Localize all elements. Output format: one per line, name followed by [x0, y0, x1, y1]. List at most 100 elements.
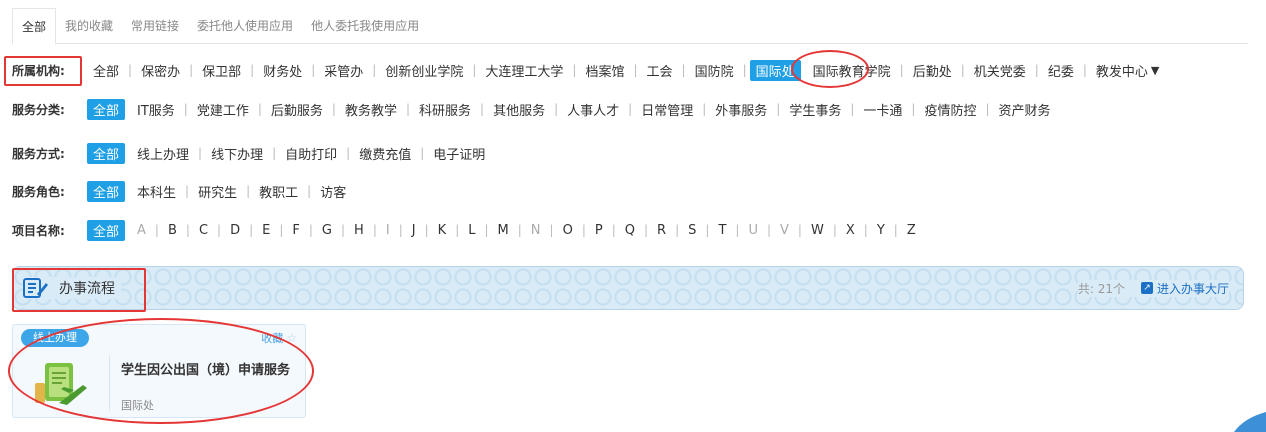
- filter-label-role: 服务角色:: [12, 184, 65, 199]
- corner-decoration: [1234, 412, 1266, 432]
- filter-row-name: 项目名称: 全部 A | B | C | D | E | F | G | H | I | J | K | L | M | N | O | P |…: [0, 216, 1266, 244]
- filter-name-item[interactable]: W: [802, 223, 833, 238]
- filter-name-item[interactable]: J: [403, 223, 425, 238]
- filter-name-item[interactable]: E: [253, 223, 279, 238]
- favorite-button[interactable]: 收藏 ☆: [261, 330, 297, 346]
- filter-name-item[interactable]: B: [159, 223, 186, 238]
- filter-org-item[interactable]: 机关党委: [965, 61, 1035, 80]
- filter-name-item[interactable]: C: [190, 223, 217, 238]
- filter-org-item[interactable]: 采管办: [315, 61, 372, 80]
- star-icon: ☆: [286, 331, 297, 345]
- filter-role-item[interactable]: 全部: [87, 180, 126, 202]
- filter-category-item[interactable]: 资产财务: [990, 100, 1060, 119]
- filter-items-org: 全部 | 保密办 | 保卫部 | 财务处 | 采管办 | 创新创业学院 | 大连理工大学 | 档案馆 | 工会 |…: [84, 59, 1266, 81]
- filter-name-item[interactable]: A: [128, 223, 155, 238]
- filter-org-item[interactable]: 后勤处: [904, 61, 961, 80]
- service-type-badge: 线上办理: [21, 329, 89, 347]
- filter-name-item[interactable]: D: [221, 223, 249, 238]
- filter-name-item[interactable]: T: [709, 223, 735, 238]
- filter-org-item[interactable]: 保密办: [132, 61, 189, 80]
- banner-title: 办事流程: [59, 281, 115, 297]
- filter-name-item[interactable]: V: [771, 223, 798, 238]
- enter-hall-label: 进入办事大厅: [1156, 281, 1229, 296]
- enter-hall-link[interactable]: ↗ 进入办事大厅: [1140, 280, 1229, 297]
- filter-org-item[interactable]: 教发中心: [1087, 61, 1157, 80]
- filter-name-item[interactable]: Y: [868, 223, 894, 238]
- filter-name-item[interactable]: R: [648, 223, 675, 238]
- filter-category-item[interactable]: 人事人才: [558, 100, 628, 119]
- filter-role-item[interactable]: 研究生: [189, 182, 246, 201]
- filter-method-item[interactable]: 线下办理: [202, 144, 272, 163]
- filter-name-item[interactable]: S: [679, 223, 705, 238]
- process-banner: 办事流程 共: 21个 ↗ 进入办事大厅: [12, 266, 1244, 310]
- filter-items-method: 全部 线上办理 | 线下办理 | 自助打印 | 缴费充值 | 电子证明: [84, 142, 1266, 164]
- filter-org-item[interactable]: 全部: [84, 61, 128, 80]
- filter-role-item[interactable]: 本科生: [128, 182, 185, 201]
- filter-name-item[interactable]: Z: [898, 223, 925, 238]
- filter-name-item[interactable]: G: [313, 223, 341, 238]
- filter-name-item[interactable]: K: [429, 223, 456, 238]
- filter-category-item[interactable]: 全部: [87, 98, 126, 120]
- filter-name-item[interactable]: X: [837, 223, 864, 238]
- filter-name-item[interactable]: P: [586, 223, 612, 238]
- filter-category-item[interactable]: 后勤服务: [262, 100, 332, 119]
- filter-org-item[interactable]: 国际教育学院: [804, 61, 900, 80]
- filter-name-item[interactable]: 全部: [87, 219, 126, 241]
- tab-1[interactable]: 我的收藏: [56, 8, 122, 44]
- filter-method-item[interactable]: 缴费充值: [350, 144, 420, 163]
- filter-method-item[interactable]: 线上办理: [128, 144, 198, 163]
- filter-method-item[interactable]: 自助打印: [276, 144, 346, 163]
- filter-org-item[interactable]: 档案馆: [576, 61, 633, 80]
- filter-org-item[interactable]: 财务处: [254, 61, 311, 80]
- filter-name-item[interactable]: Q: [616, 223, 644, 238]
- filter-name-item[interactable]: O: [554, 223, 582, 238]
- filter-name-item[interactable]: U: [739, 223, 767, 238]
- service-title[interactable]: 学生因公出国（境）申请服务: [121, 359, 290, 378]
- filter-category-item[interactable]: 科研服务: [410, 100, 480, 119]
- filter-name-item[interactable]: L: [459, 223, 484, 238]
- result-count: 共: 21个: [1077, 281, 1125, 296]
- banner-left: 办事流程: [23, 277, 121, 299]
- card-divider: [109, 355, 110, 411]
- filter-category-item[interactable]: 党建工作: [188, 100, 258, 119]
- filter-org-item[interactable]: 国际处: [749, 59, 801, 81]
- filter-category-item[interactable]: 疫情防控: [915, 100, 985, 119]
- tab-4[interactable]: 他人委托我使用应用: [302, 8, 428, 44]
- filter-role-item[interactable]: 教职工: [250, 182, 307, 201]
- filter-category-item[interactable]: 学生事务: [780, 100, 850, 119]
- filter-category-item[interactable]: 其他服务: [484, 100, 554, 119]
- filter-name-item[interactable]: M: [489, 223, 518, 238]
- filter-org-item[interactable]: 国防院: [686, 61, 743, 80]
- tab-0[interactable]: 全部: [12, 8, 57, 45]
- filter-name-item[interactable]: I: [377, 223, 399, 238]
- tab-3[interactable]: 委托他人使用应用: [188, 8, 302, 44]
- filter-org-item[interactable]: 工会: [638, 61, 682, 80]
- filter-label-org: 所属机构:: [12, 63, 65, 78]
- banner-right: 共: 21个 ↗ 进入办事大厅: [1077, 279, 1229, 297]
- filter-row-role: 服务角色: 全部 本科生 | 研究生 | 教职工 | 访客: [0, 177, 1266, 205]
- filter-row-category: 服务分类: 全部 IT服务 | 党建工作 | 后勤服务 | 教务教学 | 科研服务 | 其他服务 | 人事…: [0, 95, 1266, 123]
- filter-category-item[interactable]: IT服务: [128, 100, 184, 119]
- filter-category-item[interactable]: 一卡通: [854, 100, 911, 119]
- favorite-label: 收藏: [261, 332, 284, 345]
- filter-label-method: 服务方式:: [12, 146, 65, 161]
- filter-method-item[interactable]: 全部: [87, 142, 126, 164]
- tab-2[interactable]: 常用链接: [122, 8, 188, 44]
- filter-role-item[interactable]: 访客: [311, 182, 355, 201]
- filter-category-item[interactable]: 日常管理: [632, 100, 702, 119]
- filter-category-item[interactable]: 教务教学: [336, 100, 406, 119]
- expand-more-icon[interactable]: ▼: [1151, 64, 1159, 77]
- filter-org-item[interactable]: 纪委: [1039, 61, 1083, 80]
- filter-org-item[interactable]: 保卫部: [193, 61, 250, 80]
- filter-category-item[interactable]: 外事服务: [706, 100, 776, 119]
- filter-items-name: 全部 A | B | C | D | E | F | G | H | I | J | K | L | M | N | O | P | Q | R | S |…: [84, 219, 1266, 241]
- filter-name-item[interactable]: H: [345, 223, 373, 238]
- service-card[interactable]: 线上办理 收藏 ☆ 学生因公出国（境）申请服务 国际处: [12, 324, 306, 418]
- filter-org-item[interactable]: 大连理工大学: [476, 61, 572, 80]
- filter-name-item[interactable]: N: [522, 223, 550, 238]
- filter-org-item[interactable]: 创新创业学院: [376, 61, 472, 80]
- process-list-icon: [23, 278, 48, 298]
- filter-method-item[interactable]: 电子证明: [424, 144, 494, 163]
- external-link-icon: ↗: [1140, 282, 1153, 294]
- filter-name-item[interactable]: F: [283, 223, 308, 238]
